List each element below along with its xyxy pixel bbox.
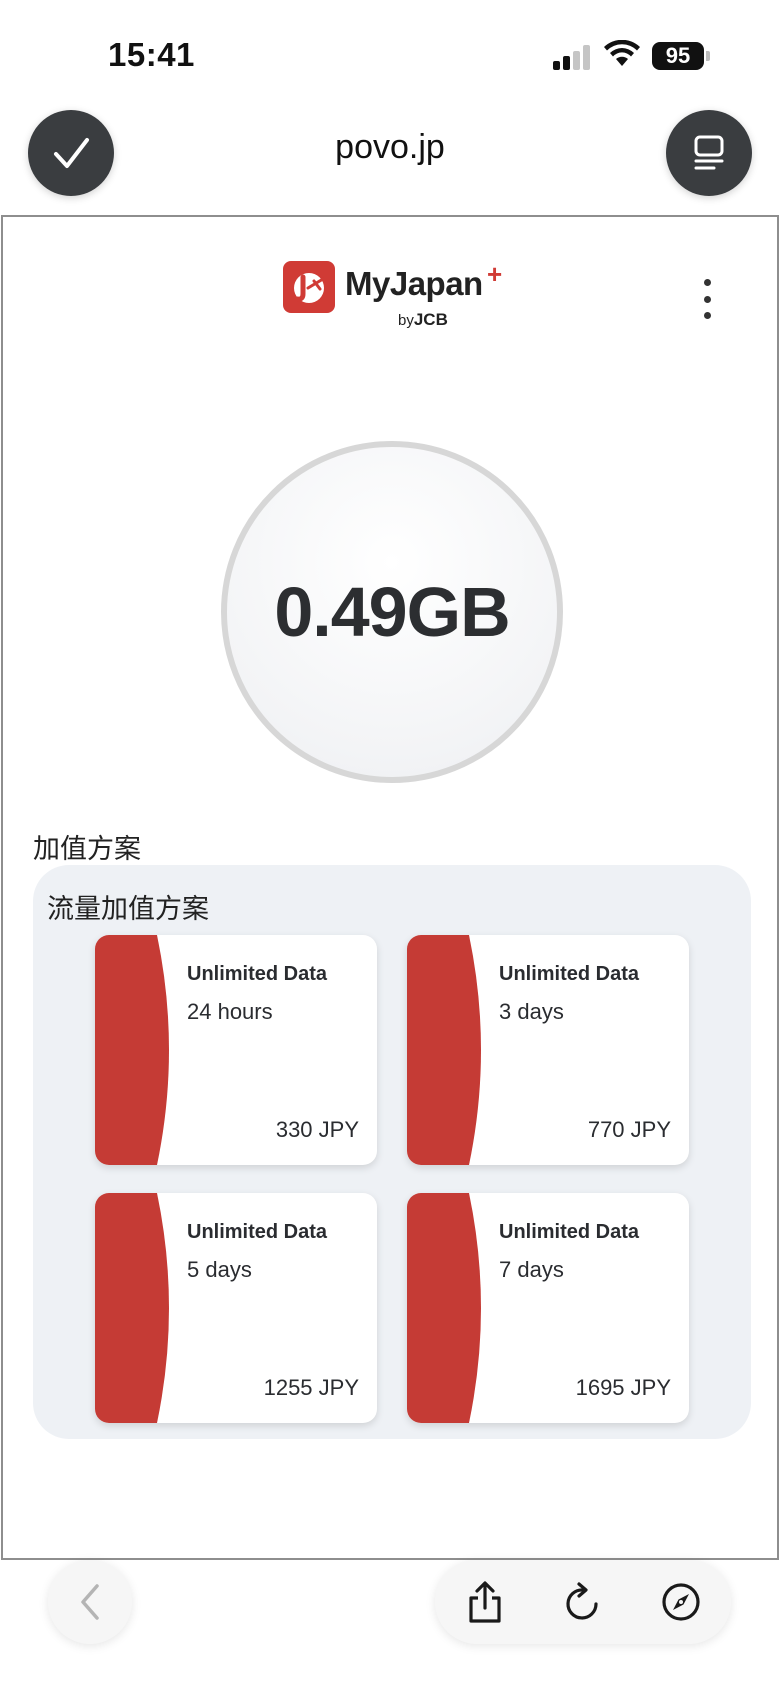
back-chevron-icon xyxy=(81,1584,99,1620)
browser-bottom-toolbar xyxy=(0,1560,780,1695)
wifi-icon xyxy=(604,40,640,66)
reader-icon xyxy=(694,135,724,170)
battery-nub xyxy=(706,51,710,61)
battery-level: 95 xyxy=(665,43,691,68)
card-stripe xyxy=(95,1193,169,1423)
brand-sub-name: JCB xyxy=(413,310,448,329)
share-button[interactable] xyxy=(461,1578,509,1626)
plan-title: Unlimited Data xyxy=(499,963,640,985)
brand-plus: + xyxy=(487,259,503,289)
brand-subtitle: byJCB xyxy=(398,310,448,330)
data-remaining-value: 0.49GB xyxy=(274,573,510,651)
plan-duration: 5 days xyxy=(187,1257,252,1282)
plane-icon xyxy=(294,273,325,303)
brand-name: MyJapan xyxy=(345,265,483,302)
plan-title: Unlimited Data xyxy=(187,963,328,985)
plan-card[interactable]: Unlimited Data 7 days 1695 JPY xyxy=(407,1193,689,1423)
browser-top-bar: povo.jp xyxy=(0,100,780,215)
card-stripe xyxy=(407,935,481,1165)
back-button[interactable] xyxy=(48,1560,132,1644)
plan-card[interactable]: Unlimited Data 24 hours 330 JPY xyxy=(95,935,377,1165)
data-remaining-gauge: 0.49GB xyxy=(221,441,563,783)
plan-duration: 24 hours xyxy=(187,999,273,1024)
card-stripe xyxy=(95,935,169,1165)
compass-icon xyxy=(662,1583,700,1621)
plan-card[interactable]: Unlimited Data 3 days 770 JPY xyxy=(407,935,689,1165)
kebab-menu-icon[interactable] xyxy=(695,279,719,319)
plan-price: 1695 JPY xyxy=(575,1375,671,1400)
data-plans-panel: 流量加值方案 Unlimited Data 24 hours 330 JPY U… xyxy=(33,865,751,1439)
reload-icon xyxy=(566,1582,598,1620)
compass-button[interactable] xyxy=(657,1578,705,1626)
plan-duration: 7 days xyxy=(499,1257,564,1282)
brand-logo-mark xyxy=(283,261,335,313)
panel-title: 流量加值方案 xyxy=(47,894,209,925)
status-bar: 15:41 95 xyxy=(0,0,780,110)
battery-icon: 95 xyxy=(652,42,704,70)
plan-duration: 3 days xyxy=(499,999,564,1024)
url-label[interactable]: povo.jp xyxy=(0,128,780,167)
card-stripe xyxy=(407,1193,481,1423)
brand-sub-prefix: by xyxy=(398,312,414,329)
status-time: 15:41 xyxy=(108,36,195,73)
reader-button[interactable] xyxy=(666,110,752,196)
reload-button[interactable] xyxy=(559,1578,607,1626)
plan-price: 330 JPY xyxy=(275,1117,359,1142)
cellular-signal-icon xyxy=(553,44,593,70)
toolbar-actions xyxy=(435,1560,731,1644)
brand-logo[interactable]: MyJapan + byJCB xyxy=(283,259,523,331)
plan-price: 770 JPY xyxy=(587,1117,671,1142)
plan-card[interactable]: Unlimited Data 5 days 1255 JPY xyxy=(95,1193,377,1423)
web-content: MyJapan + byJCB 0.49GB 加值方案 流量加值方案 Unlim… xyxy=(1,215,779,1560)
share-icon xyxy=(469,1581,501,1623)
plan-title: Unlimited Data xyxy=(499,1221,640,1243)
plan-title: Unlimited Data xyxy=(187,1221,328,1243)
section-title: 加值方案 xyxy=(33,834,141,865)
plan-price: 1255 JPY xyxy=(263,1375,359,1400)
